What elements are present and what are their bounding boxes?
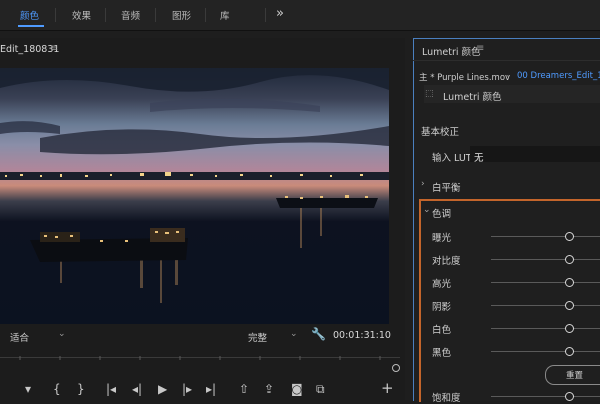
zoom-handle[interactable]: [392, 364, 400, 372]
exposure-slider-knob[interactable]: [565, 232, 574, 241]
go-to-in-icon[interactable]: |◂: [106, 382, 116, 396]
extract-icon[interactable]: ⇪: [264, 382, 274, 396]
workspace-tab-graphics[interactable]: 图形: [172, 8, 191, 22]
camera-icon[interactable]: ◙: [291, 382, 303, 396]
harbor-night-scene: [0, 68, 389, 303]
panel-menu-icon[interactable]: ≡: [50, 43, 58, 54]
tab-divider: [105, 8, 106, 22]
workspace-overflow-button[interactable]: »: [276, 6, 284, 21]
blacks-slider-knob[interactable]: [565, 347, 574, 356]
step-back-icon[interactable]: ◂|: [132, 382, 142, 396]
tone-header[interactable]: 色调: [432, 206, 451, 220]
input-lut-value: 无: [474, 153, 484, 164]
tab-divider: [155, 8, 156, 22]
in-point-icon[interactable]: {: [53, 382, 61, 396]
compare-icon[interactable]: ⧉: [316, 382, 325, 397]
exposure-label: 曝光: [432, 233, 452, 244]
chevron-down-icon[interactable]: ⌄: [505, 70, 512, 79]
chevron-down-icon[interactable]: ⌄: [423, 205, 431, 215]
active-tab-indicator: [18, 25, 44, 27]
ruler-ticks: [19, 356, 381, 360]
out-point-icon[interactable]: }: [77, 382, 85, 396]
video-frame[interactable]: [0, 68, 389, 324]
go-to-out-icon[interactable]: ▸|: [206, 382, 216, 396]
saturation-label: 饱和度: [432, 393, 461, 404]
shadows-slider-track[interactable]: [491, 305, 600, 306]
master-clip-label[interactable]: 主 * Purple Lines.mov: [419, 71, 510, 83]
exposure-slider-track[interactable]: [491, 236, 600, 237]
chevron-down-icon[interactable]: ⌄: [58, 329, 66, 339]
plus-icon[interactable]: +: [381, 379, 394, 397]
contrast-slider-knob[interactable]: [565, 255, 574, 264]
step-forward-icon[interactable]: |▸: [182, 382, 192, 396]
workspace-tab-effects[interactable]: 效果: [72, 8, 91, 22]
marker-icon[interactable]: ▾: [25, 382, 31, 396]
lumetri-panel-title[interactable]: Lumetri 颜色: [422, 44, 481, 58]
quality-dropdown[interactable]: 完整: [248, 330, 267, 344]
whites-slider-knob[interactable]: [565, 324, 574, 333]
basic-correction-header[interactable]: 基本校正: [421, 124, 459, 138]
highlights-label: 高光: [432, 279, 452, 290]
chevron-right-icon[interactable]: ›: [421, 179, 425, 189]
input-lut-dropdown[interactable]: [470, 146, 600, 162]
sequence-clip-link[interactable]: 00 Dreamers_Edit_180: [517, 71, 600, 81]
lift-icon[interactable]: ⇧: [239, 382, 249, 396]
fit-dropdown[interactable]: 适合: [10, 330, 29, 344]
tab-divider: [205, 8, 206, 22]
reset-button-label: 重置: [566, 371, 584, 381]
panel-menu-icon[interactable]: ≡: [476, 43, 484, 54]
workspace-tab-audio[interactable]: 音频: [121, 8, 140, 22]
tab-divider: [265, 8, 266, 22]
input-lut-label: 输入 LUT: [432, 153, 472, 164]
wrench-icon[interactable]: 🔧: [311, 327, 326, 341]
whites-label: 白色: [432, 325, 452, 336]
fx-badge-icon: ⬚: [425, 89, 434, 99]
effect-name: Lumetri 颜色: [443, 92, 502, 103]
shadows-slider-knob[interactable]: [565, 301, 574, 310]
whites-slider-track[interactable]: [491, 328, 600, 329]
tab-divider: [55, 8, 56, 22]
highlights-slider-knob[interactable]: [565, 278, 574, 287]
blacks-label: 黑色: [432, 348, 452, 359]
contrast-label: 对比度: [432, 256, 461, 267]
shadows-label: 阴影: [432, 302, 452, 313]
contrast-slider-track[interactable]: [491, 259, 600, 260]
chevron-down-icon[interactable]: ⌄: [290, 329, 298, 339]
play-icon[interactable]: ▶: [158, 382, 167, 396]
white-balance-header[interactable]: 白平衡: [432, 180, 461, 194]
saturation-slider-track[interactable]: [491, 396, 600, 397]
workspace-tab-libraries[interactable]: 库: [220, 8, 230, 22]
highlights-slider-track[interactable]: [491, 282, 600, 283]
blacks-slider-track[interactable]: [491, 351, 600, 352]
timecode-display: 00:01:31:10: [333, 330, 391, 341]
workspace-tab-color[interactable]: 颜色: [20, 8, 39, 22]
